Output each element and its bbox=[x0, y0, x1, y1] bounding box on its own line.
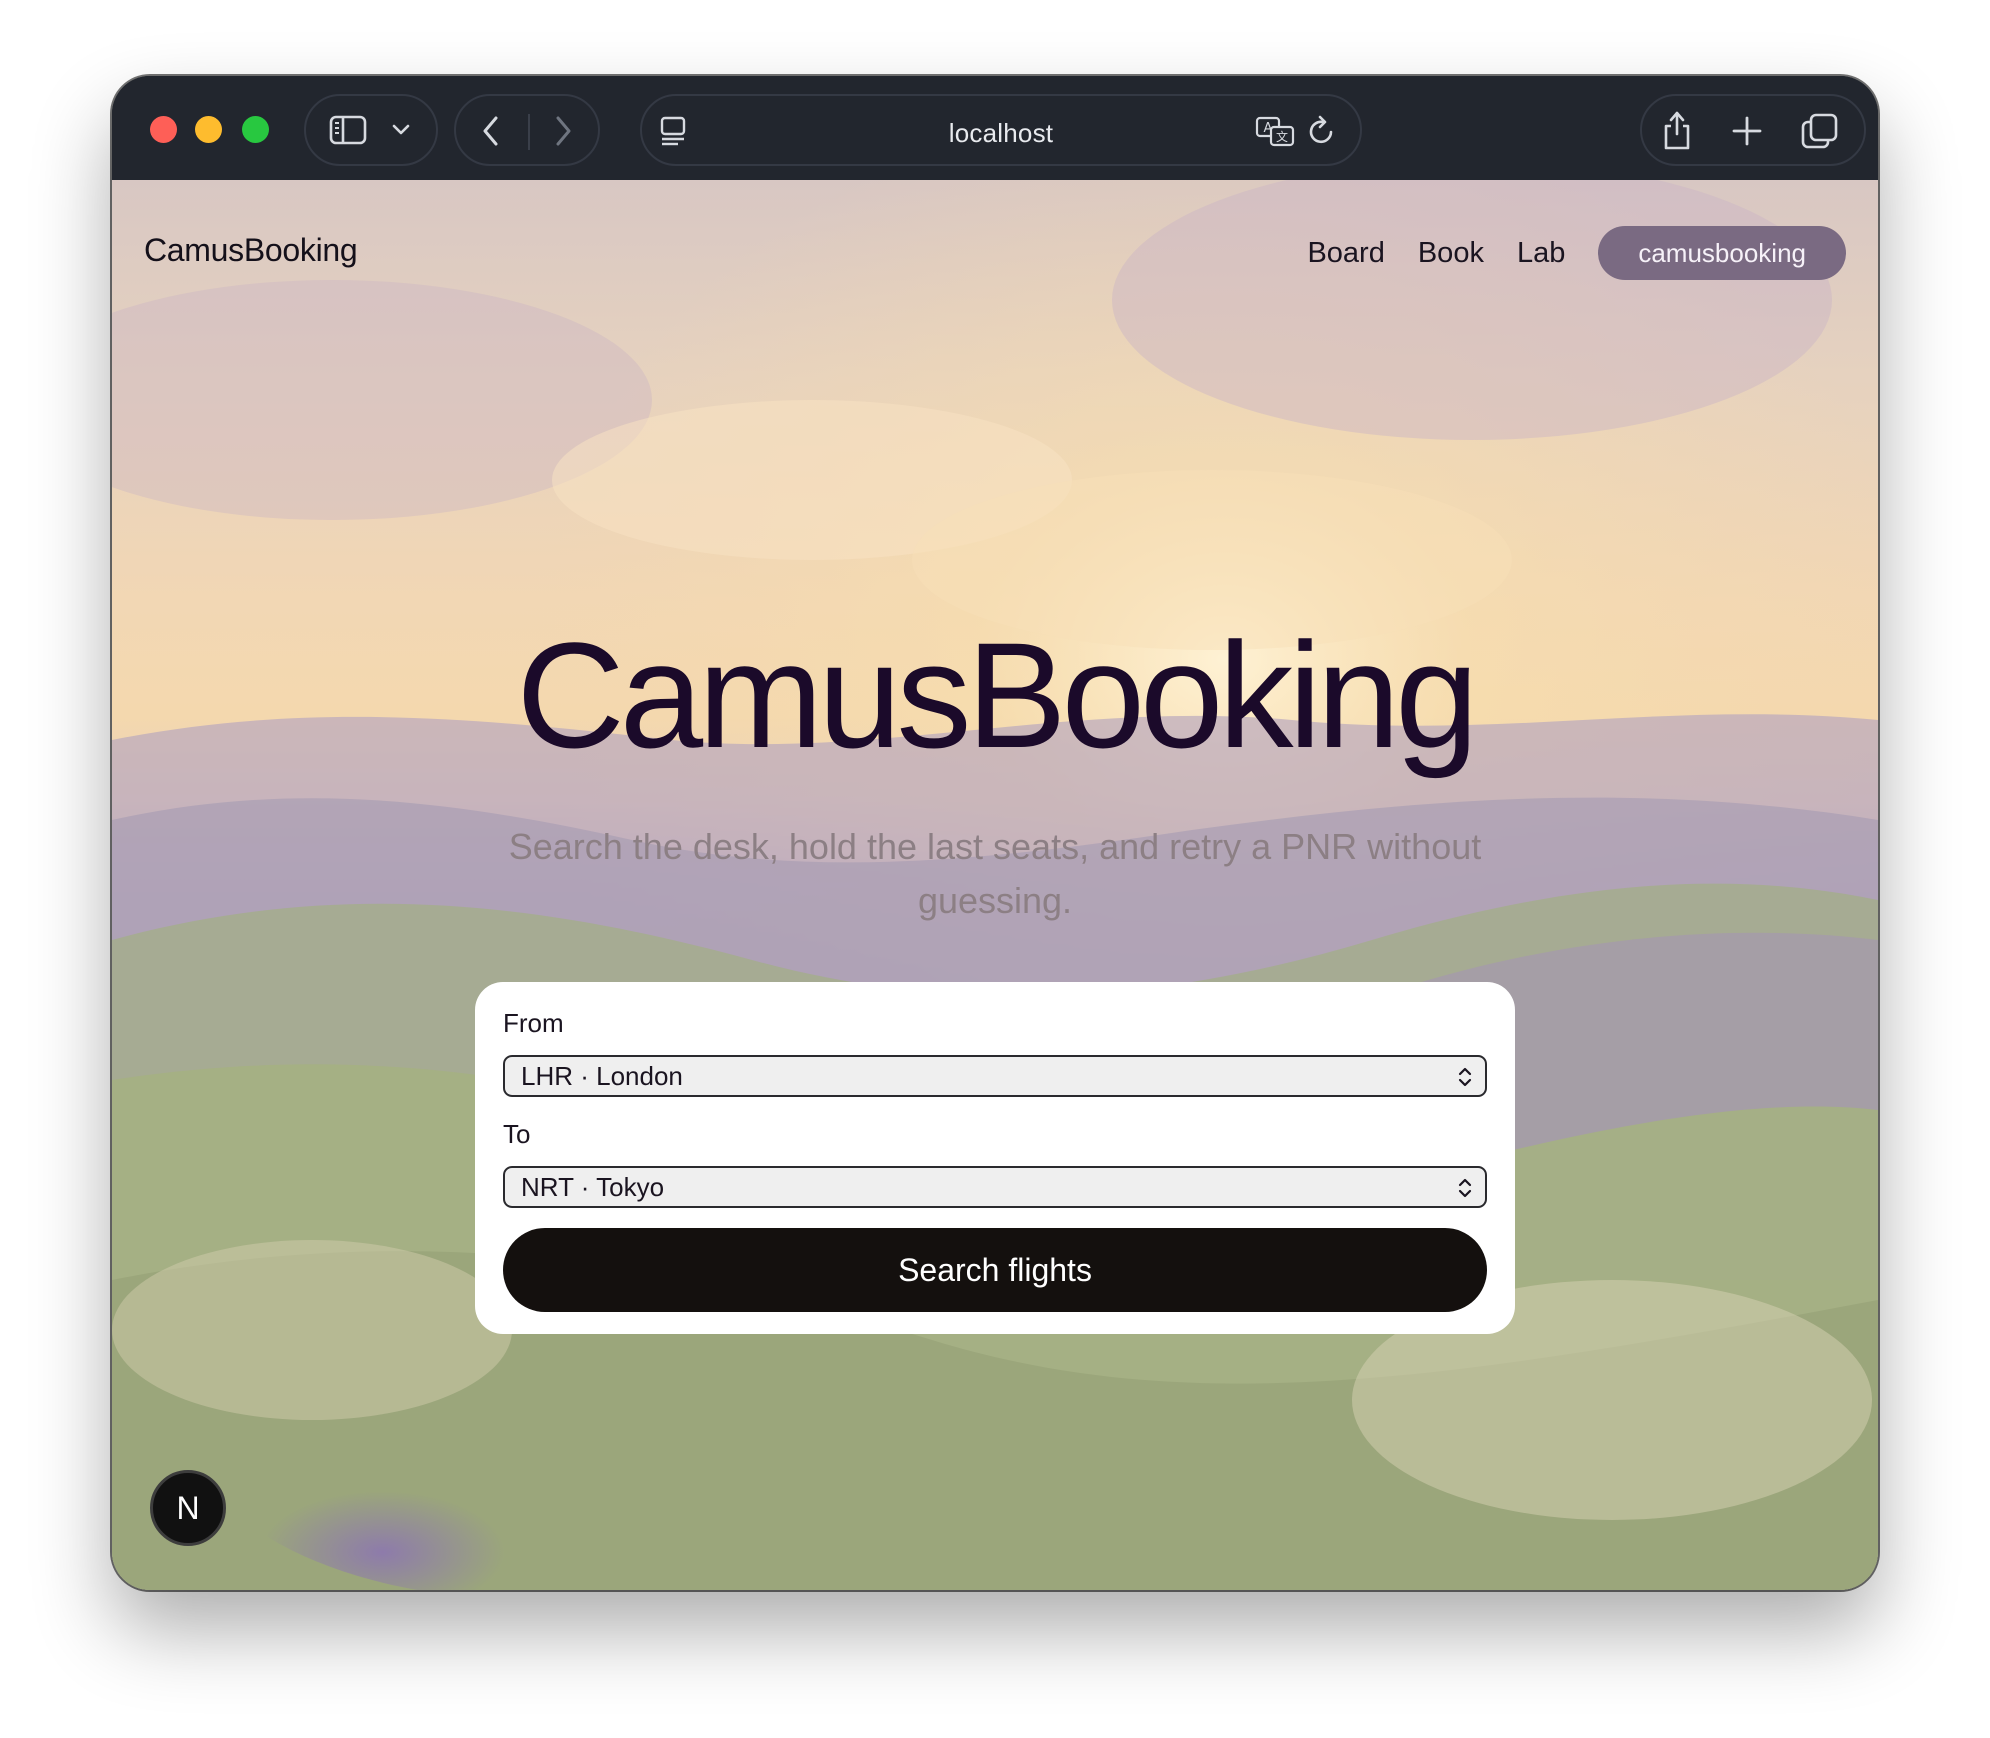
history-navigation bbox=[454, 94, 600, 166]
hero-subtitle: Search the desk, hold the last seats, an… bbox=[508, 826, 1482, 921]
site-logo[interactable]: CamusBooking bbox=[144, 232, 358, 269]
address-bar[interactable]: localhost A文 bbox=[640, 94, 1362, 166]
sidebar-toggle-icon[interactable] bbox=[328, 112, 368, 148]
zoom-window-button[interactable] bbox=[242, 116, 269, 143]
translate-icon[interactable]: A文 bbox=[1254, 114, 1296, 148]
to-label: To bbox=[503, 1119, 531, 1149]
nav-link-lab[interactable]: Lab bbox=[1517, 237, 1565, 270]
browser-window: localhost A文 CamusBooking Board Book Lab… bbox=[112, 76, 1878, 1590]
from-select-value: LHR · London bbox=[521, 1061, 683, 1091]
browser-toolbar: localhost A文 bbox=[112, 76, 1878, 180]
select-arrows-icon bbox=[1457, 1176, 1473, 1200]
minimize-window-button[interactable] bbox=[195, 116, 222, 143]
sidebar-controls bbox=[304, 94, 438, 166]
hero-title: CamusBooking bbox=[516, 611, 1478, 779]
new-tab-icon[interactable] bbox=[1730, 114, 1764, 148]
site-navigation: Board Book Lab camusbooking bbox=[1307, 226, 1846, 280]
url-text: localhost bbox=[948, 118, 1054, 148]
close-window-button[interactable] bbox=[150, 116, 177, 143]
flight-search-form: From LHR · London To NRT · Tokyo Search … bbox=[475, 982, 1515, 1334]
select-arrows-icon bbox=[1457, 1065, 1473, 1089]
to-select-value: NRT · Tokyo bbox=[521, 1172, 665, 1202]
back-icon[interactable] bbox=[480, 114, 502, 148]
nav-divider bbox=[528, 114, 530, 150]
page-viewport: CamusBooking Board Book Lab camusbooking… bbox=[112, 180, 1878, 1590]
nav-link-board[interactable]: Board bbox=[1307, 237, 1384, 270]
search-flights-button[interactable]: Search flights bbox=[503, 1228, 1487, 1312]
tab-overview-icon[interactable] bbox=[1800, 112, 1840, 150]
share-icon[interactable] bbox=[1660, 108, 1694, 152]
from-label: From bbox=[503, 1008, 564, 1038]
nextjs-dev-indicator-button[interactable]: N bbox=[150, 1470, 226, 1546]
from-select[interactable]: LHR · London bbox=[503, 1055, 1487, 1097]
reload-icon[interactable] bbox=[1306, 114, 1338, 148]
forward-icon[interactable] bbox=[552, 114, 574, 148]
window-actions bbox=[1640, 94, 1866, 166]
nav-link-book[interactable]: Book bbox=[1418, 237, 1484, 270]
chevron-down-icon[interactable] bbox=[390, 122, 412, 138]
svg-text:文: 文 bbox=[1276, 129, 1288, 144]
user-account-button[interactable]: camusbooking bbox=[1598, 226, 1846, 280]
to-select[interactable]: NRT · Tokyo bbox=[503, 1166, 1487, 1208]
